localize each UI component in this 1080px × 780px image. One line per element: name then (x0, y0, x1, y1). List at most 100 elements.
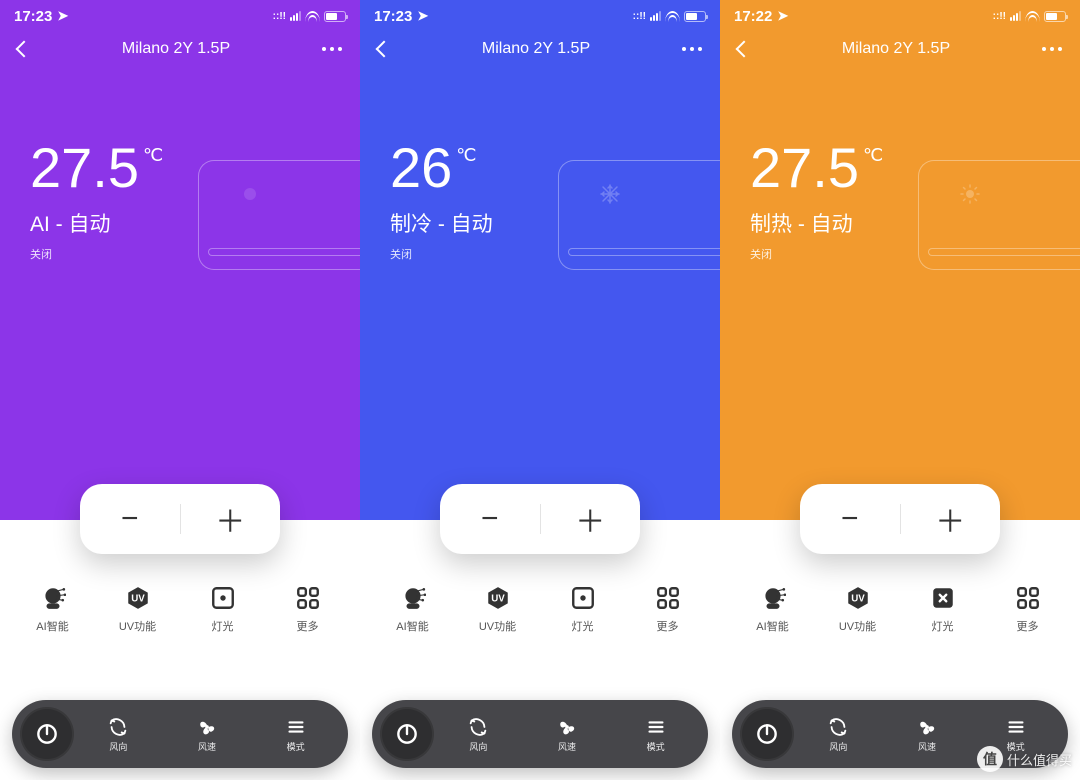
quick-ai[interactable]: AI智能 (18, 584, 88, 634)
power-button[interactable] (20, 707, 74, 761)
nav-header: Milano 2Y 1.5P (0, 26, 360, 72)
quick-more[interactable]: 更多 (993, 584, 1063, 634)
quick-light[interactable]: 灯光 (548, 584, 618, 634)
hero: 27.5 ℃ 制热 - 自动 关闭 (720, 72, 1080, 282)
location-icon: ➤ (57, 8, 68, 24)
fan-icon (195, 716, 219, 738)
ac-illustration (918, 160, 1080, 270)
back-button[interactable] (736, 41, 753, 58)
grid-icon (1015, 585, 1041, 611)
phone-screen: 17:22 ➤ ::!! Milano 2Y 1.5P 27.5 ℃ 制热 - … (720, 0, 1080, 780)
device-title: Milano 2Y 1.5P (122, 40, 230, 58)
ai-head-icon (400, 585, 426, 611)
uv-icon (845, 585, 871, 611)
ai-head-icon (760, 585, 786, 611)
mode-button[interactable]: 模式 (971, 716, 1060, 753)
battery-icon (324, 11, 346, 22)
back-button[interactable] (16, 41, 33, 58)
quick-uv[interactable]: UV功能 (463, 584, 533, 634)
fan-icon (555, 716, 579, 738)
status-bar: 17:23 ➤ ::!! (0, 0, 360, 26)
quick-uv[interactable]: UV功能 (103, 584, 173, 634)
temperature-unit: ℃ (859, 140, 883, 164)
temp-minus-button[interactable]: − (80, 484, 180, 554)
wind-direction-button[interactable]: 风向 (74, 716, 163, 753)
ac-illustration (198, 160, 378, 270)
wifi-icon (665, 11, 680, 22)
power-icon (34, 721, 60, 747)
bottom-bar: 风向 风速 模式 (372, 700, 708, 768)
swing-icon (106, 716, 130, 738)
signal-icon (290, 11, 301, 21)
status-time: 17:23 (374, 8, 412, 25)
fan-icon (915, 716, 939, 738)
menu-icon (284, 716, 308, 738)
bottom-bar: 风向 风速 模式 (12, 700, 348, 768)
wind-speed-button[interactable]: 风速 (883, 716, 972, 753)
quick-actions: AI智能 UV功能 灯光 更多 (0, 584, 360, 634)
wind-direction-button[interactable]: 风向 (794, 716, 883, 753)
status-bar: 17:23 ➤ ::!! (360, 0, 720, 26)
control-panel: − ＋ AI智能 UV功能 灯光 更多 (0, 520, 360, 780)
menu-icon (644, 716, 668, 738)
device-title: Milano 2Y 1.5P (482, 40, 590, 58)
wifi-icon (305, 11, 320, 22)
temp-plus-button[interactable]: ＋ (181, 484, 281, 554)
mode-icon (240, 184, 260, 204)
temp-stepper: − ＋ (80, 484, 280, 554)
quick-more[interactable]: 更多 (633, 584, 703, 634)
more-button[interactable] (682, 47, 702, 51)
quick-light[interactable]: 灯光 (188, 584, 258, 634)
grid-icon (655, 585, 681, 611)
wind-speed-button[interactable]: 风速 (523, 716, 612, 753)
more-button[interactable] (1042, 47, 1062, 51)
temp-minus-button[interactable]: − (800, 484, 900, 554)
status-time: 17:23 (14, 8, 52, 25)
quick-uv[interactable]: UV功能 (823, 584, 893, 634)
temperature-value: 26 (390, 140, 452, 196)
control-panel: − ＋ AI智能 UV功能 灯光 更多 (720, 520, 1080, 780)
temp-minus-button[interactable]: − (440, 484, 540, 554)
temperature-unit: ℃ (139, 140, 163, 164)
battery-icon (684, 11, 706, 22)
hero: 26 ℃ 制冷 - 自动 关闭 (360, 72, 720, 282)
battery-icon (1044, 11, 1066, 22)
quick-ai[interactable]: AI智能 (738, 584, 808, 634)
quick-ai[interactable]: AI智能 (378, 584, 448, 634)
control-panel: − ＋ AI智能 UV功能 灯光 更多 (360, 520, 720, 780)
uv-icon (485, 585, 511, 611)
wind-speed-button[interactable]: 风速 (163, 716, 252, 753)
location-icon: ➤ (417, 8, 428, 24)
quick-more[interactable]: 更多 (273, 584, 343, 634)
power-icon (394, 721, 420, 747)
nav-header: Milano 2Y 1.5P (720, 26, 1080, 72)
quick-light[interactable]: 灯光 (908, 584, 978, 634)
signal-icon (650, 11, 661, 21)
temp-plus-button[interactable]: ＋ (541, 484, 641, 554)
grid-icon (295, 585, 321, 611)
temperature-unit: ℃ (452, 140, 476, 164)
ac-illustration (558, 160, 738, 270)
power-button[interactable] (740, 707, 794, 761)
ai-head-icon (40, 585, 66, 611)
swing-icon (466, 716, 490, 738)
mode-button[interactable]: 模式 (611, 716, 700, 753)
hero: 27.5 ℃ AI - 自动 关闭 (0, 72, 360, 282)
temp-plus-button[interactable]: ＋ (901, 484, 1001, 554)
mode-button[interactable]: 模式 (251, 716, 340, 753)
mode-icon (960, 184, 980, 204)
wind-direction-button[interactable]: 风向 (434, 716, 523, 753)
uv-icon (125, 585, 151, 611)
status-bar: 17:22 ➤ ::!! (720, 0, 1080, 26)
back-button[interactable] (376, 41, 393, 58)
signal-icon (1010, 11, 1021, 21)
more-button[interactable] (322, 47, 342, 51)
temperature-value: 27.5 (750, 140, 859, 196)
power-button[interactable] (380, 707, 434, 761)
location-icon: ➤ (777, 8, 788, 24)
temp-stepper: − ＋ (440, 484, 640, 554)
nav-header: Milano 2Y 1.5P (360, 26, 720, 72)
phone-screen: 17:23 ➤ ::!! Milano 2Y 1.5P 26 ℃ 制冷 - 自动… (360, 0, 720, 780)
wifi-icon (1025, 11, 1040, 22)
light-icon (210, 585, 236, 611)
